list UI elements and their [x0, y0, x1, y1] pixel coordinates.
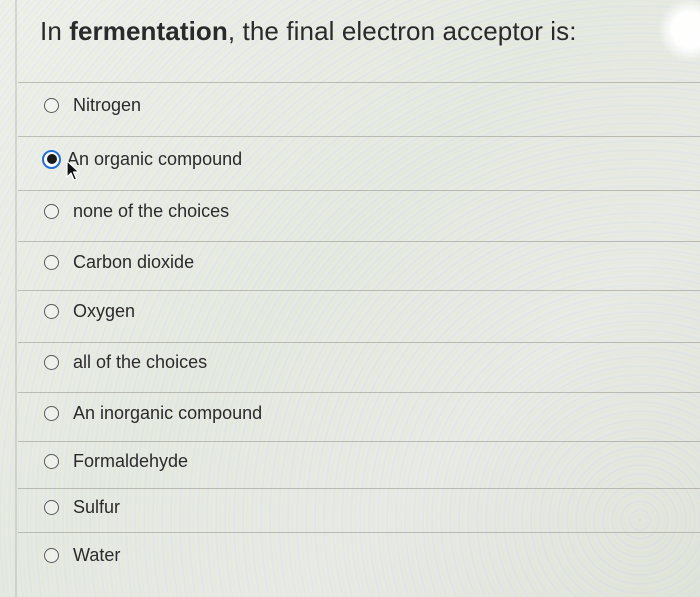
- divider: [18, 82, 700, 83]
- answer-option-all[interactable]: all of the choices: [44, 349, 207, 375]
- answer-option-oxygen[interactable]: Oxygen: [44, 298, 135, 324]
- divider: [18, 190, 700, 191]
- answer-option-none[interactable]: none of the choices: [44, 198, 229, 224]
- divider: [18, 488, 700, 489]
- question-emphasis: fermentation: [69, 16, 228, 46]
- option-label: An inorganic compound: [73, 402, 263, 423]
- answer-option-formaldehyde[interactable]: Formaldehyde: [44, 448, 188, 474]
- question-prefix: In: [40, 16, 70, 46]
- option-label: Carbon dioxide: [73, 251, 195, 272]
- option-label: Oxygen: [73, 300, 136, 321]
- option-label: Nitrogen: [73, 94, 142, 115]
- option-label: all of the choices: [73, 351, 208, 372]
- question-suffix: , the final electron acceptor is:: [227, 16, 577, 46]
- answer-option-nitrogen[interactable]: Nitrogen: [44, 92, 141, 118]
- radio-button[interactable]: [44, 254, 59, 270]
- left-border: [15, 0, 17, 597]
- option-label: none of the choices: [73, 200, 230, 221]
- mouse-pointer-icon: [66, 160, 80, 181]
- radio-button[interactable]: [44, 203, 59, 219]
- question-text: In fermentation, the final electron acce…: [40, 14, 577, 48]
- radio-button[interactable]: [44, 453, 59, 469]
- option-label: Water: [73, 544, 121, 565]
- radio-button-selected[interactable]: [42, 149, 61, 169]
- radio-button[interactable]: [44, 354, 59, 370]
- answer-option-sulfur[interactable]: Sulfur: [44, 494, 120, 520]
- divider: [18, 290, 700, 291]
- option-label: An organic compound: [67, 148, 243, 169]
- divider: [18, 392, 700, 393]
- divider: [18, 342, 700, 343]
- radio-button[interactable]: [44, 97, 59, 113]
- divider: [18, 241, 700, 242]
- option-label: Sulfur: [73, 496, 121, 517]
- radio-button[interactable]: [44, 499, 59, 515]
- divider: [18, 532, 700, 533]
- answer-option-water[interactable]: Water: [44, 542, 120, 568]
- radio-button[interactable]: [44, 405, 59, 421]
- answer-option-inorganic-compound[interactable]: An inorganic compound: [44, 400, 262, 426]
- answer-option-carbon-dioxide[interactable]: Carbon dioxide: [44, 249, 194, 275]
- radio-button[interactable]: [44, 547, 59, 563]
- divider: [18, 136, 700, 137]
- radio-button[interactable]: [44, 303, 59, 319]
- quiz-screen: In fermentation, the final electron acce…: [0, 0, 700, 597]
- option-label: Formaldehyde: [73, 450, 189, 471]
- divider: [18, 441, 700, 442]
